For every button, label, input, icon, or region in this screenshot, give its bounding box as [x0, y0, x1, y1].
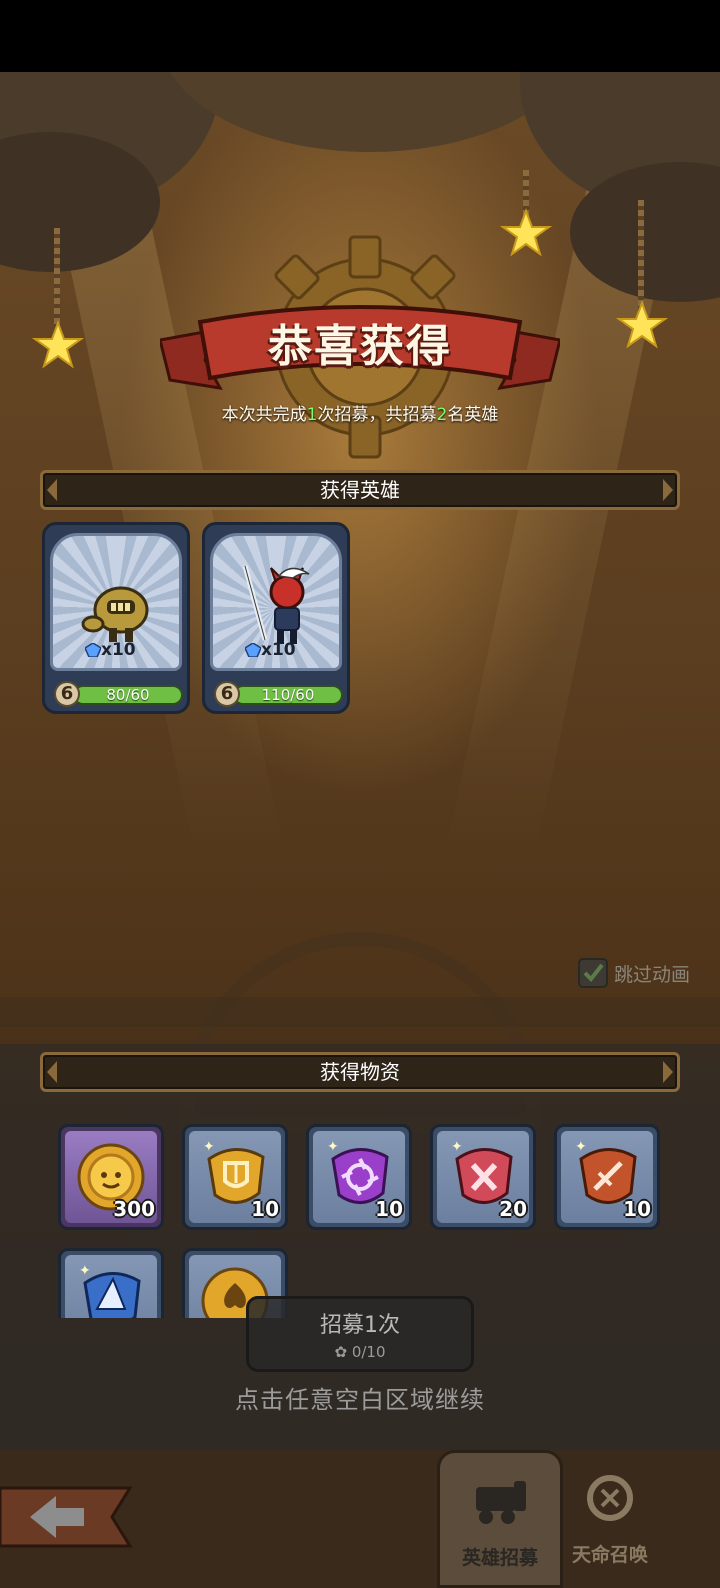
heroes-section-label: 获得英雄 [320, 478, 400, 502]
summary-times: 1 [306, 405, 318, 425]
hero-card[interactable]: x10 110/60 6 [202, 522, 350, 714]
checkbox[interactable] [578, 958, 608, 988]
hero-level-badge: 6 [214, 681, 240, 707]
items-section-label: 获得物资 [320, 1060, 400, 1084]
item-tile[interactable]: ✦ 10 [182, 1124, 288, 1230]
hero-card[interactable]: x10 80/60 6 [42, 522, 190, 714]
check-icon [583, 963, 604, 983]
star-icon [500, 208, 552, 257]
recruit-summary: 本次共完成1次招募，共招募2名英雄 [0, 400, 720, 425]
hero-shard-qty: x10 [101, 640, 136, 660]
tab-hero-recruit[interactable]: 英雄招募 [437, 1450, 563, 1588]
robot-hero-icon [81, 586, 149, 642]
swordsman-hero-icon [242, 565, 310, 644]
page-title: 恭喜获得 [268, 321, 452, 372]
item-count: 10 [375, 1197, 403, 1221]
stage-rail [0, 997, 720, 1027]
star-icon [32, 320, 84, 369]
svg-text:✦: ✦ [575, 1139, 587, 1155]
svg-text:✦: ✦ [327, 1139, 339, 1155]
tap-to-continue-hint[interactable]: 点击任意空白区域继续 [0, 1380, 720, 1415]
svg-text:✦: ✦ [79, 1263, 91, 1279]
hero-level-badge: 6 [54, 681, 80, 707]
skip-animation-toggle[interactable]: 跳过动画 [578, 956, 698, 990]
summary-prefix: 本次共完成 [221, 405, 307, 425]
curtain-cloud [160, 72, 580, 152]
shard-icon [245, 643, 261, 657]
recruit-cost: ✿ 0/10 [249, 1343, 471, 1361]
svg-text:✦: ✦ [203, 1139, 215, 1155]
item-tile[interactable]: ✦ 20 [430, 1124, 536, 1230]
tab-fate-summon[interactable]: 天命召唤 [562, 1450, 682, 1588]
recruit-cost-value: 0/10 [351, 1343, 386, 1361]
item-count: 10 [251, 1197, 279, 1221]
hero-shard-progress: 110/60 [233, 685, 343, 705]
item-count: 300 [113, 1197, 155, 1221]
item-count: 20 [499, 1197, 527, 1221]
shard-icon [85, 643, 101, 657]
summary-suffix: 名英雄 [447, 405, 499, 425]
back-button[interactable] [0, 1484, 140, 1550]
items-section-header: 获得物资 [40, 1052, 680, 1092]
item-count: 10 [623, 1197, 651, 1221]
item-tile[interactable]: ✦ 10 [306, 1124, 412, 1230]
hat-rune-icon: ✦ [79, 1263, 141, 1318]
rope [54, 228, 60, 328]
tab-hero-recruit-label: 英雄招募 [461, 1547, 538, 1569]
recruit-once-button[interactable]: 招募1次 ✿ 0/10 [246, 1296, 474, 1372]
item-tile[interactable]: 300 [58, 1124, 164, 1230]
heroes-section-header: 获得英雄 [40, 470, 680, 510]
summary-heroes: 2 [436, 405, 448, 425]
star-icon [616, 300, 668, 349]
item-tile[interactable]: ✦ [58, 1248, 164, 1318]
status-bar [0, 0, 720, 72]
hero-shard-progress: 80/60 [73, 685, 183, 705]
tab-fate-summon-label: 天命召唤 [571, 1544, 648, 1566]
train-icon [476, 1481, 526, 1524]
summary-middle: 次招募，共招募 [317, 405, 437, 425]
ticket-icon: ✿ [334, 1343, 352, 1361]
items-grid: 300 ✦ 10 ✦ 10 ✦ 20 ✦ 10 ✦ [0, 1106, 720, 1318]
svg-text:✦: ✦ [451, 1139, 463, 1155]
skip-animation-label: 跳过动画 [614, 964, 691, 986]
item-tile[interactable]: ✦ 10 [554, 1124, 660, 1230]
recruit-button-label: 招募1次 [320, 1313, 400, 1338]
gear-summon-icon [587, 1475, 633, 1521]
hero-shard-qty: x10 [261, 640, 296, 660]
rope [638, 200, 644, 310]
